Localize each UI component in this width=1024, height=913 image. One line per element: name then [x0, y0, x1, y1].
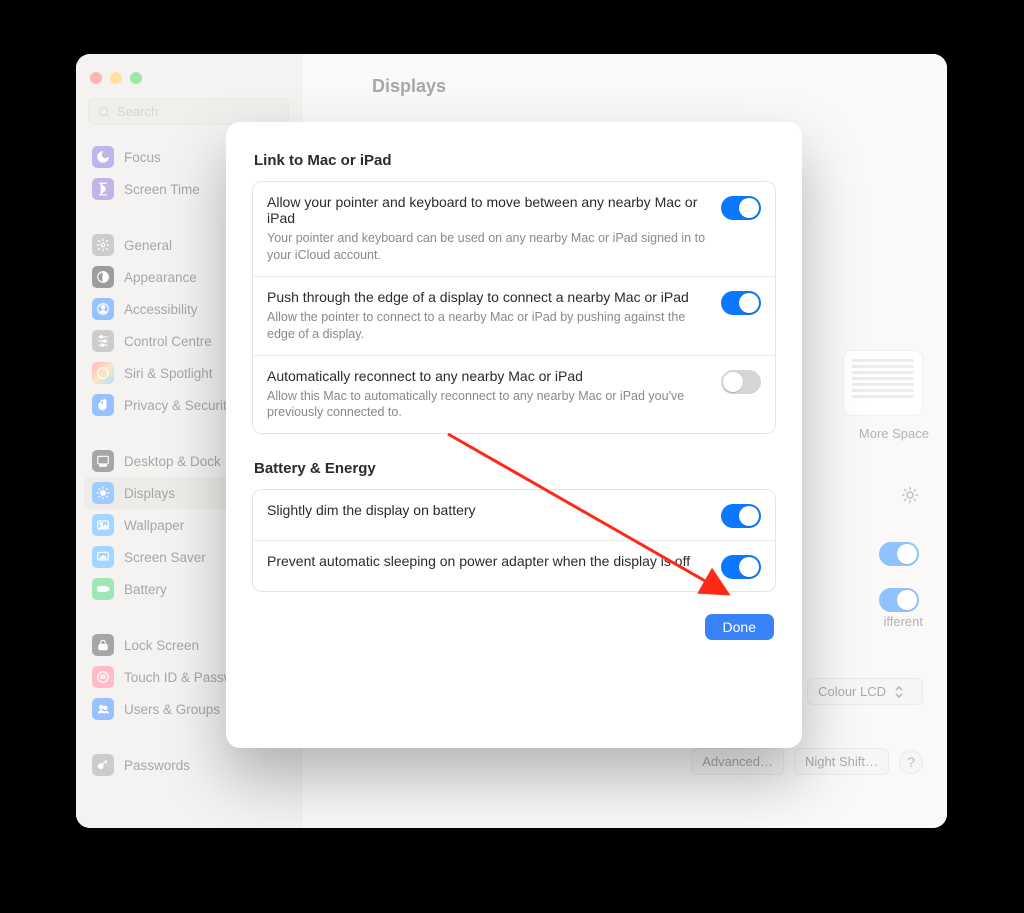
setting-label: Push through the edge of a display to co…	[267, 289, 709, 305]
toggle-switch[interactable]	[721, 370, 761, 394]
section-title-energy: Battery & Energy	[254, 460, 774, 477]
setting-row: Automatically reconnect to any nearby Ma…	[253, 355, 775, 434]
setting-label: Prevent automatic sleeping on power adap…	[267, 553, 709, 569]
setting-label: Slightly dim the display on battery	[267, 502, 709, 518]
setting-label: Automatically reconnect to any nearby Ma…	[267, 368, 709, 384]
toggle-switch[interactable]	[721, 196, 761, 220]
setting-description: Your pointer and keyboard can be used on…	[267, 230, 709, 264]
toggle-switch[interactable]	[721, 291, 761, 315]
toggle-switch[interactable]	[721, 504, 761, 528]
setting-row: Push through the edge of a display to co…	[253, 276, 775, 355]
link-settings-card: Allow your pointer and keyboard to move …	[252, 181, 776, 434]
advanced-settings-sheet: Link to Mac or iPad Allow your pointer a…	[226, 122, 802, 748]
section-title-link: Link to Mac or iPad	[254, 152, 774, 169]
setting-description: Allow the pointer to connect to a nearby…	[267, 309, 709, 343]
toggle-switch[interactable]	[721, 555, 761, 579]
setting-row: Prevent automatic sleeping on power adap…	[253, 540, 775, 591]
done-button-label: Done	[723, 619, 756, 635]
setting-row: Slightly dim the display on battery	[253, 490, 775, 540]
system-settings-window: Search FocusScreen TimeGeneralAppearance…	[76, 54, 947, 828]
energy-settings-card: Slightly dim the display on battery Preve…	[252, 489, 776, 592]
done-button[interactable]: Done	[705, 614, 774, 640]
setting-row: Allow your pointer and keyboard to move …	[253, 182, 775, 276]
setting-label: Allow your pointer and keyboard to move …	[267, 194, 709, 226]
setting-description: Allow this Mac to automatically reconnec…	[267, 388, 709, 422]
